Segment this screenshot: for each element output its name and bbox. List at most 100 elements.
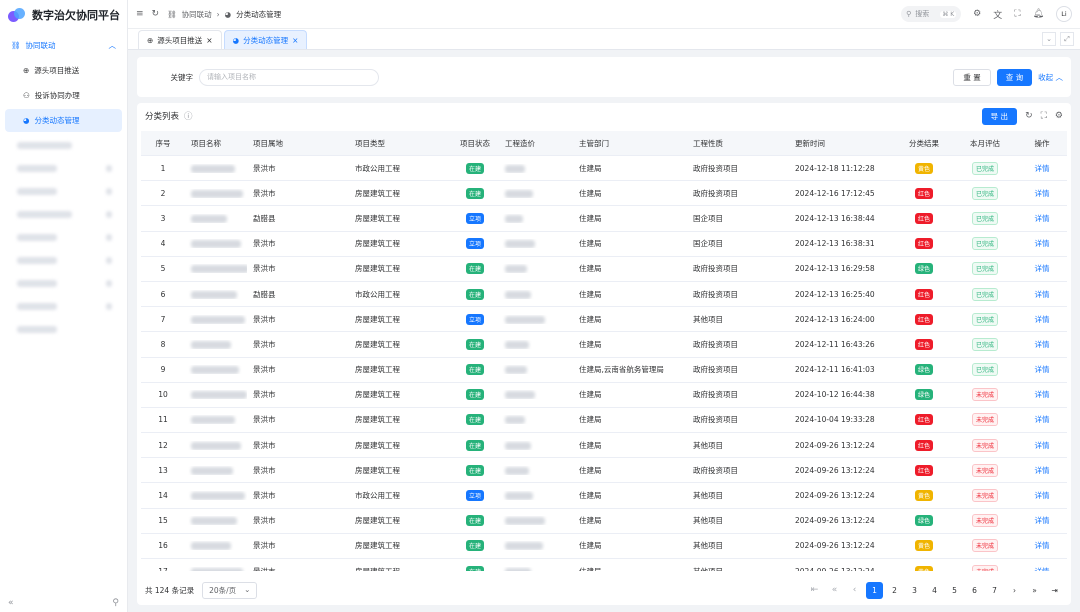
detail-link[interactable]: 详情 bbox=[1035, 365, 1050, 374]
sidebar-item-classify[interactable]: ◕ 分类动态管理 bbox=[5, 109, 122, 132]
cell-action[interactable]: 详情 bbox=[1017, 515, 1067, 526]
cell-action[interactable]: 详情 bbox=[1017, 339, 1067, 350]
cell-action[interactable]: 详情 bbox=[1017, 490, 1067, 501]
page-number[interactable]: 7 bbox=[986, 582, 1003, 599]
cell-action[interactable]: 详情 bbox=[1017, 465, 1067, 476]
sidebar-item-blurred[interactable] bbox=[5, 295, 122, 318]
fullscreen-icon[interactable]: ⛶ bbox=[1041, 111, 1047, 121]
query-button[interactable]: 查 询 bbox=[996, 68, 1033, 86]
detail-link[interactable]: 详情 bbox=[1035, 567, 1050, 571]
table-row[interactable]: 7 景洪市 房屋建筑工程 立项 住建局 其他项目 2024-12-13 16:24:00 红色… bbox=[141, 307, 1067, 333]
table-row[interactable]: 2 景洪市 房屋建筑工程 在建 住建局 政府投资项目 2024-12-16 17:12:45… bbox=[141, 181, 1067, 207]
sidebar-item-blurred[interactable] bbox=[5, 226, 122, 249]
cell-action[interactable]: 详情 bbox=[1017, 389, 1067, 400]
sidebar-item-blurred[interactable] bbox=[5, 134, 122, 157]
sidebar-item-blurred[interactable] bbox=[5, 272, 122, 295]
table-row[interactable]: 9 景洪市 房屋建筑工程 在建 住建局,云南省航务管理局 政府投资项目 2024-12-11… bbox=[141, 358, 1067, 383]
page-size-select[interactable]: 20条/页 ⌄ bbox=[202, 581, 258, 599]
maximize-icon[interactable]: ⤢ bbox=[1060, 32, 1074, 46]
first-page-icon[interactable]: ⇤ bbox=[806, 582, 823, 599]
detail-link[interactable]: 详情 bbox=[1035, 340, 1050, 349]
avatar[interactable]: Li bbox=[1056, 6, 1072, 22]
reset-button[interactable]: 重 置 bbox=[953, 68, 991, 86]
collapse-link[interactable]: 收起 ︿ bbox=[1038, 72, 1063, 83]
next-group-icon[interactable]: » bbox=[1026, 582, 1043, 599]
keyword-input[interactable]: 请输入项目名称 bbox=[199, 68, 379, 86]
pin-icon[interactable]: ⚲ bbox=[112, 598, 119, 608]
breadcrumb-item[interactable]: 协同联动 bbox=[182, 9, 212, 20]
detail-link[interactable]: 详情 bbox=[1035, 214, 1050, 223]
sidebar-item-blurred[interactable] bbox=[5, 180, 122, 203]
detail-link[interactable]: 详情 bbox=[1035, 466, 1050, 475]
table-row[interactable]: 16 景洪市 房屋建筑工程 在建 住建局 其他项目 2024-09-26 13:12:24 黄… bbox=[141, 534, 1067, 559]
cell-action[interactable]: 详情 bbox=[1017, 289, 1067, 300]
cell-action[interactable]: 详情 bbox=[1017, 163, 1067, 174]
cell-action[interactable]: 详情 bbox=[1017, 238, 1067, 249]
detail-link[interactable]: 详情 bbox=[1035, 415, 1050, 424]
detail-link[interactable]: 详情 bbox=[1035, 239, 1050, 248]
bell-icon[interactable]: 🔔︎ bbox=[1033, 9, 1044, 19]
detail-link[interactable]: 详情 bbox=[1035, 516, 1050, 525]
table-row[interactable]: 10 景洪市 房屋建筑工程 在建 住建局 政府投资项目 2024-10-12 16:44:3… bbox=[141, 383, 1067, 408]
cell-action[interactable]: 详情 bbox=[1017, 440, 1067, 451]
page-number[interactable]: 4 bbox=[926, 582, 943, 599]
page-number[interactable]: 3 bbox=[906, 582, 923, 599]
table-row[interactable]: 8 景洪市 房屋建筑工程 在建 住建局 政府投资项目 2024-12-11 16:43:26… bbox=[141, 332, 1067, 358]
table-row[interactable]: 6 勐腊县 市政公用工程 在建 住建局 政府投资项目 2024-12-13 16:25:40… bbox=[141, 282, 1067, 308]
close-icon[interactable]: × bbox=[292, 36, 298, 45]
refresh-icon[interactable]: ↻ bbox=[152, 9, 160, 19]
tab-classify[interactable]: ◕ 分类动态管理 × bbox=[223, 30, 308, 49]
detail-link[interactable]: 详情 bbox=[1035, 164, 1050, 173]
cell-action[interactable]: 详情 bbox=[1017, 566, 1067, 571]
export-button[interactable]: 导 出 bbox=[981, 107, 1018, 125]
next-page-icon[interactable]: › bbox=[1006, 582, 1023, 599]
detail-link[interactable]: 详情 bbox=[1035, 441, 1050, 450]
table-row[interactable]: 12 景洪市 房屋建筑工程 在建 住建局 其他项目 2024-09-26 13:12:24 红… bbox=[141, 433, 1067, 459]
sidebar-item-source-push[interactable]: ⊕ 源头项目推送 bbox=[5, 59, 122, 82]
sidebar-item-blurred[interactable] bbox=[5, 318, 122, 341]
detail-link[interactable]: 详情 bbox=[1035, 264, 1050, 273]
table-row[interactable]: 14 景洪市 市政公用工程 立项 住建局 其他项目 2024-09-26 13:12:24 黄… bbox=[141, 483, 1067, 509]
sidebar-item-complaint[interactable]: ⚇ 投诉协同办理 bbox=[5, 84, 122, 107]
chevron-down-icon[interactable]: ⌄ bbox=[1042, 32, 1056, 46]
cell-action[interactable]: 详情 bbox=[1017, 188, 1067, 199]
sidebar-item-blurred[interactable] bbox=[5, 157, 122, 180]
table-row[interactable]: 5 景洪市 房屋建筑工程 在建 住建局 政府投资项目 2024-12-13 16:29:58… bbox=[141, 257, 1067, 282]
tab-source-push[interactable]: ⊕ 源头项目推送 × bbox=[138, 30, 222, 49]
detail-link[interactable]: 详情 bbox=[1035, 491, 1050, 500]
cell-action[interactable]: 详情 bbox=[1017, 263, 1067, 274]
last-page-icon[interactable]: ⇥ bbox=[1046, 582, 1063, 599]
cell-action[interactable]: 详情 bbox=[1017, 540, 1067, 551]
detail-link[interactable]: 详情 bbox=[1035, 315, 1050, 324]
detail-link[interactable]: 详情 bbox=[1035, 189, 1050, 198]
sidebar-item-blurred[interactable] bbox=[5, 203, 122, 226]
cell-action[interactable]: 详情 bbox=[1017, 314, 1067, 325]
help-icon[interactable]: ⓘ bbox=[184, 110, 193, 122]
cell-action[interactable]: 详情 bbox=[1017, 213, 1067, 224]
page-number[interactable]: 6 bbox=[966, 582, 983, 599]
collapse-sidebar-icon[interactable]: « bbox=[8, 598, 14, 608]
fullscreen-icon[interactable]: ⛶ bbox=[1014, 9, 1020, 19]
menu-toggle-icon[interactable]: ≡ bbox=[136, 9, 144, 19]
page-number[interactable]: 2 bbox=[886, 582, 903, 599]
prev-page-icon[interactable]: ‹ bbox=[846, 582, 863, 599]
table-row[interactable]: 11 景洪市 房屋建筑工程 在建 住建局 政府投资项目 2024-10-04 19:33:2… bbox=[141, 408, 1067, 434]
sidebar-item-blurred[interactable] bbox=[5, 249, 122, 272]
refresh-icon[interactable]: ↻ bbox=[1025, 111, 1033, 121]
table-row[interactable]: 3 勐腊县 房屋建筑工程 立项 住建局 国企项目 2024-12-13 16:38:44 红色… bbox=[141, 206, 1067, 232]
table-row[interactable]: 15 景洪市 房屋建筑工程 在建 住建局 其他项目 2024-09-26 13:12:24 绿… bbox=[141, 509, 1067, 534]
close-icon[interactable]: × bbox=[206, 36, 212, 45]
detail-link[interactable]: 详情 bbox=[1035, 290, 1050, 299]
column-settings-icon[interactable]: ⚙ bbox=[1055, 111, 1063, 121]
table-row[interactable]: 4 景洪市 房屋建筑工程 立项 住建局 国企项目 2024-12-13 16:38:31 红色… bbox=[141, 232, 1067, 257]
page-number[interactable]: 5 bbox=[946, 582, 963, 599]
table-row[interactable]: 17 景洪市 房屋建筑工程 在建 住建局 其他项目 2024-09-26 13:12:24 黄… bbox=[141, 559, 1067, 571]
detail-link[interactable]: 详情 bbox=[1035, 390, 1050, 399]
menu-group-collab[interactable]: ⛓ 协同联动 ︿ bbox=[5, 34, 122, 57]
prev-group-icon[interactable]: « bbox=[826, 582, 843, 599]
table-row[interactable]: 1 景洪市 市政公用工程 在建 住建局 政府投资项目 2024-12-18 11:12:28… bbox=[141, 156, 1067, 182]
table-row[interactable]: 13 景洪市 房屋建筑工程 在建 住建局 政府投资项目 2024-09-26 13:12:2… bbox=[141, 458, 1067, 484]
cell-action[interactable]: 详情 bbox=[1017, 414, 1067, 425]
settings-icon[interactable]: ⚙ bbox=[973, 9, 981, 19]
page-number[interactable]: 1 bbox=[866, 581, 883, 599]
